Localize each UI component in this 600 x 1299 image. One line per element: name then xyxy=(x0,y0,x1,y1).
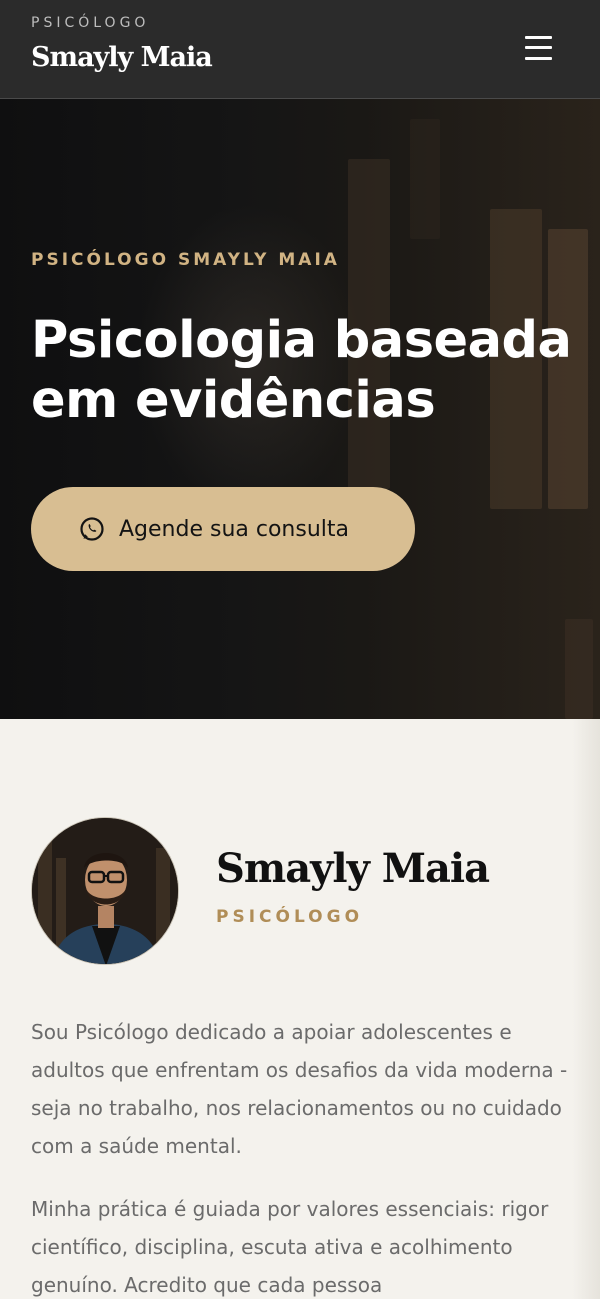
bio-paragraph: Sou Psicólogo dedicado a apoiar adolesce… xyxy=(31,1020,568,1158)
avatar xyxy=(31,817,179,965)
whatsapp-icon xyxy=(80,517,104,541)
brand-logo[interactable]: Smayly Maia xyxy=(31,42,213,73)
about-section: Smayly Maia PSICÓLOGO Sou Psicólogo dedi… xyxy=(0,719,600,1299)
profile-name: Smayly Maia xyxy=(216,845,490,892)
book-appointment-label: Agende sua consulta xyxy=(119,516,349,542)
scroll-edge xyxy=(572,719,600,1299)
hero-title: Psicologia baseada em evidências xyxy=(31,311,572,430)
site-header: PSICÓLOGO Smayly Maia xyxy=(0,0,600,99)
brand-kicker: PSICÓLOGO xyxy=(31,15,150,31)
hero-kicker: PSICÓLOGO SMAYLY MAIA xyxy=(31,250,340,270)
hero-section: PSICÓLOGO SMAYLY MAIA Psicologia baseada… xyxy=(0,99,600,719)
portrait-image xyxy=(32,818,178,964)
hamburger-menu-icon[interactable] xyxy=(520,34,558,64)
bio-paragraph: Minha prática é guiada por valores essen… xyxy=(31,1197,549,1297)
book-appointment-button[interactable]: Agende sua consulta xyxy=(31,487,415,571)
profile-role: PSICÓLOGO xyxy=(216,907,364,927)
